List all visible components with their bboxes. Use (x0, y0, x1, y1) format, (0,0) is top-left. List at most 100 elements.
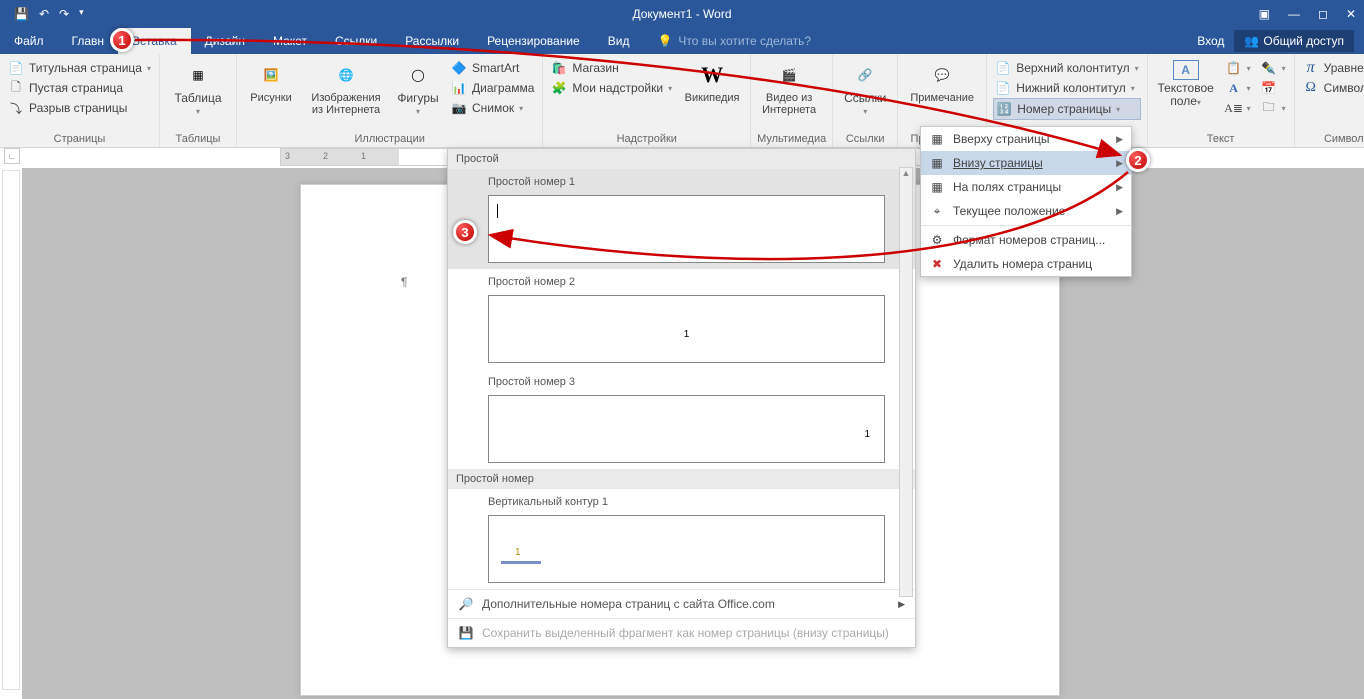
tab-home[interactable]: Главн (58, 28, 119, 54)
gallery-item-plain-1[interactable]: Простой номер 1 (448, 169, 915, 269)
chevron-right-icon: ▶ (1116, 206, 1123, 217)
shapes-button[interactable]: ◯Фигуры▾ (393, 58, 443, 120)
ribbon-display-options-icon[interactable]: ▣ (1259, 7, 1270, 21)
group-illustrations: 🖼️Рисунки 🌐Изображения из Интернета ◯Фиг… (237, 54, 543, 147)
signin-link[interactable]: Вход (1197, 34, 1224, 48)
dropcap-button[interactable]: A≣▾ (1224, 98, 1253, 118)
page-bottom-icon: ▦ (929, 155, 945, 171)
group-addins-label: Надстройки (549, 131, 744, 145)
gallery-more-from-office[interactable]: 🔎Дополнительные номера страниц с сайта O… (448, 589, 915, 618)
table-button[interactable]: ▦Таблица▾ (166, 58, 230, 120)
menu-separator (921, 225, 1131, 226)
quick-parts-button[interactable]: 📋▾ (1224, 58, 1253, 78)
tab-file[interactable]: Файл (0, 28, 58, 54)
gallery-item-plain-3[interactable]: Простой номер 3 1 (448, 369, 915, 469)
comment-button[interactable]: 💬Примечание (904, 58, 980, 106)
submenu-page-margins[interactable]: ▦На полях страницы▶ (921, 175, 1131, 199)
gallery-preview-2: 1 (488, 295, 885, 363)
tab-layout[interactable]: Макет (259, 28, 321, 54)
links-button[interactable]: 🔗Ссылки▾ (839, 58, 891, 120)
group-pages-label: Страницы (6, 131, 153, 145)
group-links-label: Ссылки (839, 131, 891, 145)
gallery-item-label: Вертикальный контур 1 (458, 492, 905, 511)
screenshot-button[interactable]: 📷Снимок▾ (449, 98, 536, 118)
save-icon[interactable]: 💾 (14, 7, 29, 21)
ruler-corner[interactable]: ∟ (4, 148, 20, 164)
link-icon: 🔗 (849, 60, 881, 90)
equation-icon: π (1303, 60, 1319, 76)
group-links: 🔗Ссылки▾ Ссылки (833, 54, 898, 147)
chart-button[interactable]: 📊Диаграмма (449, 78, 536, 98)
document-title: Документ1 - Word (632, 7, 731, 21)
online-pictures-icon: 🌐 (330, 60, 362, 90)
tab-design[interactable]: Дизайн (191, 28, 259, 54)
tab-view[interactable]: Вид (594, 28, 644, 54)
submenu-top-of-page[interactable]: ▦Вверху страницы▶ (921, 127, 1131, 151)
wordart-button[interactable]: A▾ (1224, 78, 1253, 98)
group-tables: ▦Таблица▾ Таблицы (160, 54, 237, 147)
blank-page-button[interactable]: 🗋Пустая страница (6, 78, 153, 98)
chevron-right-icon: ▶ (1116, 134, 1123, 145)
textbox-icon: A (1173, 60, 1199, 80)
symbol-button[interactable]: ΩСимвол ▾ (1301, 78, 1364, 98)
smartart-button[interactable]: 🔷SmartArt (449, 58, 536, 78)
group-text-label: Текст (1154, 131, 1288, 145)
chevron-right-icon: ▶ (898, 599, 905, 610)
title-bar: 💾 ↶ ↷ ▾ Документ1 - Word ▣ — ◻ ✕ (0, 0, 1364, 28)
submenu-remove-numbers[interactable]: ✖Удалить номера страниц (921, 252, 1131, 276)
store-icon: 🛍️ (551, 60, 567, 76)
page-number-submenu: ▦Вверху страницы▶ ▦Внизу страницы▶ ▦На п… (920, 126, 1132, 277)
page-number-button[interactable]: 🔢Номер страницы▾ (993, 98, 1140, 120)
submenu-current-position[interactable]: ⌖Текущее положение▶ (921, 199, 1131, 223)
qat-customize-icon[interactable]: ▾ (79, 7, 84, 21)
chevron-right-icon: ▶ (1116, 182, 1123, 193)
symbol-icon: Ω (1303, 80, 1319, 96)
pictures-button[interactable]: 🖼️Рисунки (243, 58, 299, 106)
wikipedia-icon: W (696, 60, 728, 90)
gallery-item-vertical-1[interactable]: Вертикальный контур 1 1 (448, 489, 915, 589)
online-video-button[interactable]: 🎬Видео из Интернета (757, 58, 821, 118)
gallery-save-selection: 💾Сохранить выделенный фрагмент как номер… (448, 618, 915, 647)
submenu-bottom-of-page[interactable]: ▦Внизу страницы▶ (921, 151, 1131, 175)
store-button[interactable]: 🛍️Магазин (549, 58, 674, 78)
textbox-button[interactable]: AТекстовое поле▾ (1154, 58, 1218, 111)
online-pictures-button[interactable]: 🌐Изображения из Интернета (305, 58, 387, 118)
tab-mailings[interactable]: Рассылки (391, 28, 473, 54)
tab-review[interactable]: Рецензирование (473, 28, 594, 54)
header-icon: 📄 (995, 60, 1011, 76)
pictures-icon: 🖼️ (255, 60, 287, 90)
cover-page-button[interactable]: 📄Титульная страница▾ (6, 58, 153, 78)
lightbulb-icon: 💡 (657, 34, 672, 48)
minimize-icon[interactable]: — (1288, 7, 1300, 21)
maximize-icon[interactable]: ◻ (1318, 7, 1328, 21)
screenshot-icon: 📷 (451, 100, 467, 116)
tell-me-input[interactable] (678, 34, 838, 48)
my-addins-button[interactable]: 🧩Мои надстройки ▾ (549, 78, 674, 98)
redo-icon[interactable]: ↷ (59, 7, 69, 21)
page-number-icon: 🔢 (996, 101, 1012, 117)
tell-me[interactable]: 💡 (657, 28, 838, 54)
addins-icon: 🧩 (551, 80, 567, 96)
header-button[interactable]: 📄Верхний колонтитул▾ (993, 58, 1140, 78)
wikipedia-button[interactable]: WВикипедия (680, 58, 744, 106)
shapes-icon: ◯ (402, 60, 434, 90)
vertical-ruler[interactable] (2, 170, 20, 690)
submenu-format-numbers[interactable]: ⚙Формат номеров страниц... (921, 228, 1131, 252)
share-button[interactable]: 👥 Общий доступ (1234, 30, 1354, 52)
paragraph-mark-icon: ¶ (401, 275, 407, 289)
group-symbols: πУравнение ▾ ΩСимвол ▾ Символы (1295, 54, 1364, 147)
equation-button[interactable]: πУравнение ▾ (1301, 58, 1364, 78)
gallery-scrollbar[interactable]: ▲ (899, 167, 913, 597)
group-illustrations-label: Иллюстрации (243, 131, 536, 145)
footer-button[interactable]: 📄Нижний колонтитул▾ (993, 78, 1140, 98)
office-icon: 🔎 (458, 596, 474, 612)
gallery-item-plain-2[interactable]: Простой номер 2 1 (448, 269, 915, 369)
date-time-button[interactable]: 📅 (1259, 78, 1288, 98)
object-button[interactable]: 🗀▾ (1259, 98, 1288, 118)
tab-references[interactable]: Ссылки (321, 28, 391, 54)
group-text: AТекстовое поле▾ 📋▾ A▾ A≣▾ ✒️▾ 📅 🗀▾ Текс… (1148, 54, 1295, 147)
close-icon[interactable]: ✕ (1346, 7, 1356, 21)
signature-line-button[interactable]: ✒️▾ (1259, 58, 1288, 78)
undo-icon[interactable]: ↶ (39, 7, 49, 21)
page-break-button[interactable]: ⤵Разрыв страницы (6, 98, 153, 118)
